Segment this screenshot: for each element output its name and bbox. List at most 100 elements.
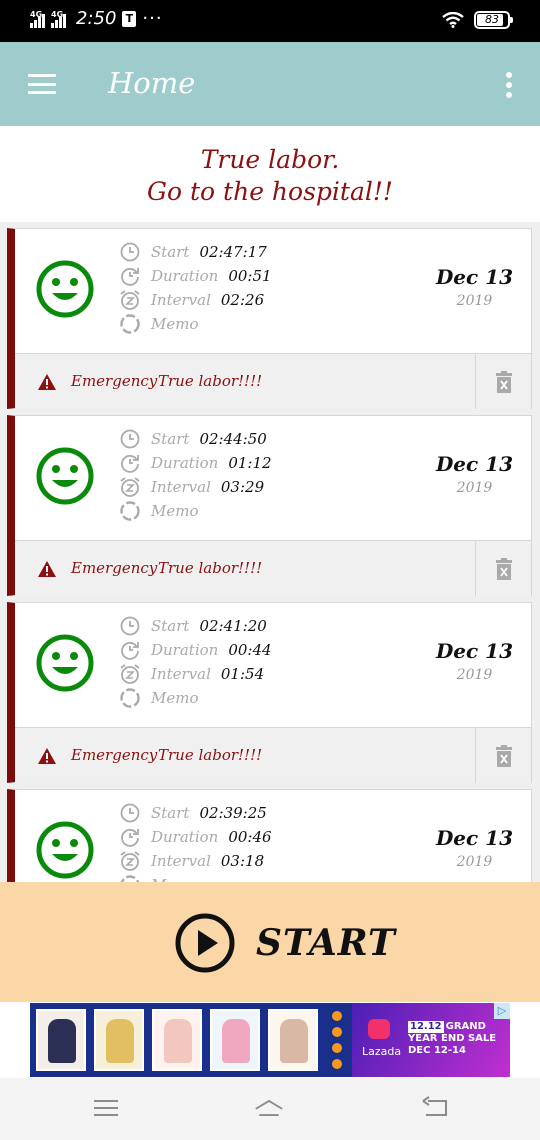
status-banner: True labor. Go to the hospital!! — [0, 126, 540, 222]
start-button[interactable]: START — [174, 912, 396, 974]
recent-apps-icon[interactable] — [91, 1096, 121, 1120]
date-year: 2019 — [456, 480, 493, 496]
duration-label: Duration — [151, 454, 219, 472]
start-label: Start — [151, 243, 190, 261]
snooze-alarm-icon — [120, 477, 140, 497]
ad-promo-badge: 12.12 — [408, 1021, 444, 1033]
more-notifications-icon: ··· — [142, 8, 163, 29]
interval-label: Interval — [151, 665, 211, 683]
snooze-alarm-icon — [120, 851, 140, 871]
home-icon[interactable] — [254, 1096, 284, 1120]
interval-value: 02:26 — [220, 291, 265, 309]
start-value: 02:44:50 — [199, 430, 267, 448]
interval-label: Interval — [151, 291, 211, 309]
contraction-card[interactable]: Start 02:44:50 Duration 01:12 Interval 0… — [7, 415, 532, 596]
signal-icon-1: 4G — [30, 10, 45, 28]
contraction-card[interactable]: Start 02:47:17 Duration 00:51 Interval 0… — [7, 228, 532, 409]
interval-value: 01:54 — [220, 665, 265, 683]
back-icon[interactable] — [420, 1096, 450, 1120]
banner-line-2: Go to the hospital!! — [147, 177, 393, 206]
duration-icon — [121, 829, 139, 847]
ad-brand: Lazada — [362, 1045, 402, 1058]
ad-product-image — [94, 1009, 144, 1071]
status-time: 2:50 — [76, 8, 117, 29]
interval-label: Interval — [151, 852, 211, 870]
duration-value: 00:46 — [228, 828, 272, 846]
memo-label[interactable]: Memo — [151, 502, 199, 520]
record-date: Dec 13 2019 — [436, 265, 513, 309]
ad-product-image — [152, 1009, 202, 1071]
warning-icon — [38, 374, 56, 390]
smiley-face-icon — [36, 260, 94, 318]
duration-label: Duration — [151, 828, 219, 846]
system-nav-bar — [0, 1078, 540, 1140]
clock-icon — [120, 616, 140, 636]
delete-button[interactable] — [475, 354, 531, 409]
duration-label: Duration — [151, 641, 219, 659]
labor-status: True labor!!!! — [158, 746, 263, 764]
duration-value: 00:44 — [228, 641, 272, 659]
status-bar: 4G 4G 2:50 T ··· 83 — [0, 0, 540, 42]
record-date: Dec 13 2019 — [436, 639, 513, 683]
duration-icon — [121, 642, 139, 660]
contraction-card[interactable]: Start 02:39:25 Duration 00:46 Interval 0… — [7, 789, 532, 882]
wifi-icon — [442, 12, 464, 28]
notification-icon: T — [122, 10, 137, 27]
page-title: Home — [108, 66, 196, 100]
start-value: 02:39:25 — [199, 804, 267, 822]
network-type-2: 4G — [51, 9, 64, 19]
interval-label: Interval — [151, 478, 211, 496]
duration-label: Duration — [151, 267, 219, 285]
memo-label[interactable]: Memo — [151, 689, 199, 707]
memo-icon — [120, 501, 140, 521]
signal-icon-2: 4G — [51, 10, 66, 28]
clock-icon — [120, 242, 140, 262]
trash-icon — [495, 744, 512, 767]
ad-product-image — [36, 1009, 86, 1071]
ad-product-image — [210, 1009, 260, 1071]
ad-container: Lazada 12.12 GRAND YEAR END SALE DEC 12-1… — [0, 1002, 540, 1078]
duration-value: 01:12 — [228, 454, 272, 472]
contraction-list[interactable]: Start 02:47:17 Duration 00:51 Interval 0… — [0, 222, 540, 882]
ad-promo-dates: DEC 12-14 — [408, 1045, 466, 1056]
lazada-logo-icon — [368, 1019, 390, 1039]
ad-dots-decoration — [332, 1011, 342, 1075]
battery-icon: 83 — [474, 11, 513, 29]
memo-label[interactable]: Memo — [151, 315, 199, 333]
ad-choices-icon[interactable]: ▷ — [494, 1003, 510, 1019]
ad-promo-text-block: 12.12 GRAND YEAR END SALE DEC 12-14 — [408, 1021, 506, 1061]
trash-icon — [495, 557, 512, 580]
clock-icon — [120, 429, 140, 449]
emergency-label: Emergency — [71, 746, 158, 764]
labor-status: True labor!!!! — [158, 559, 263, 577]
warning-icon — [38, 561, 56, 577]
battery-level: 83 — [485, 13, 499, 26]
trash-icon — [495, 370, 512, 393]
date-year: 2019 — [456, 293, 493, 309]
date-year: 2019 — [456, 667, 493, 683]
date-day: Dec 13 — [435, 639, 513, 663]
duration-value: 00:51 — [228, 267, 272, 285]
emergency-label: Emergency — [71, 559, 158, 577]
contraction-card[interactable]: Start 02:41:20 Duration 00:44 Interval 0… — [7, 602, 532, 783]
play-icon — [175, 913, 235, 973]
date-year: 2019 — [456, 854, 493, 870]
start-panel: START — [0, 882, 540, 1002]
duration-icon — [121, 268, 139, 286]
date-day: Dec 13 — [435, 826, 513, 850]
hamburger-menu-icon[interactable] — [28, 74, 56, 94]
date-day: Dec 13 — [435, 265, 513, 289]
ad-banner[interactable]: Lazada 12.12 GRAND YEAR END SALE DEC 12-1… — [30, 1003, 510, 1077]
start-button-label: START — [256, 922, 396, 964]
start-label: Start — [151, 617, 190, 635]
more-vert-icon[interactable] — [506, 72, 512, 98]
delete-button[interactable] — [475, 541, 531, 596]
start-label: Start — [151, 804, 190, 822]
date-day: Dec 13 — [435, 452, 513, 476]
delete-button[interactable] — [475, 728, 531, 783]
warning-icon — [38, 748, 56, 764]
smiley-face-icon — [36, 447, 94, 505]
memo-icon — [120, 314, 140, 334]
memo-icon — [120, 875, 140, 882]
network-type-1: 4G — [30, 9, 43, 19]
